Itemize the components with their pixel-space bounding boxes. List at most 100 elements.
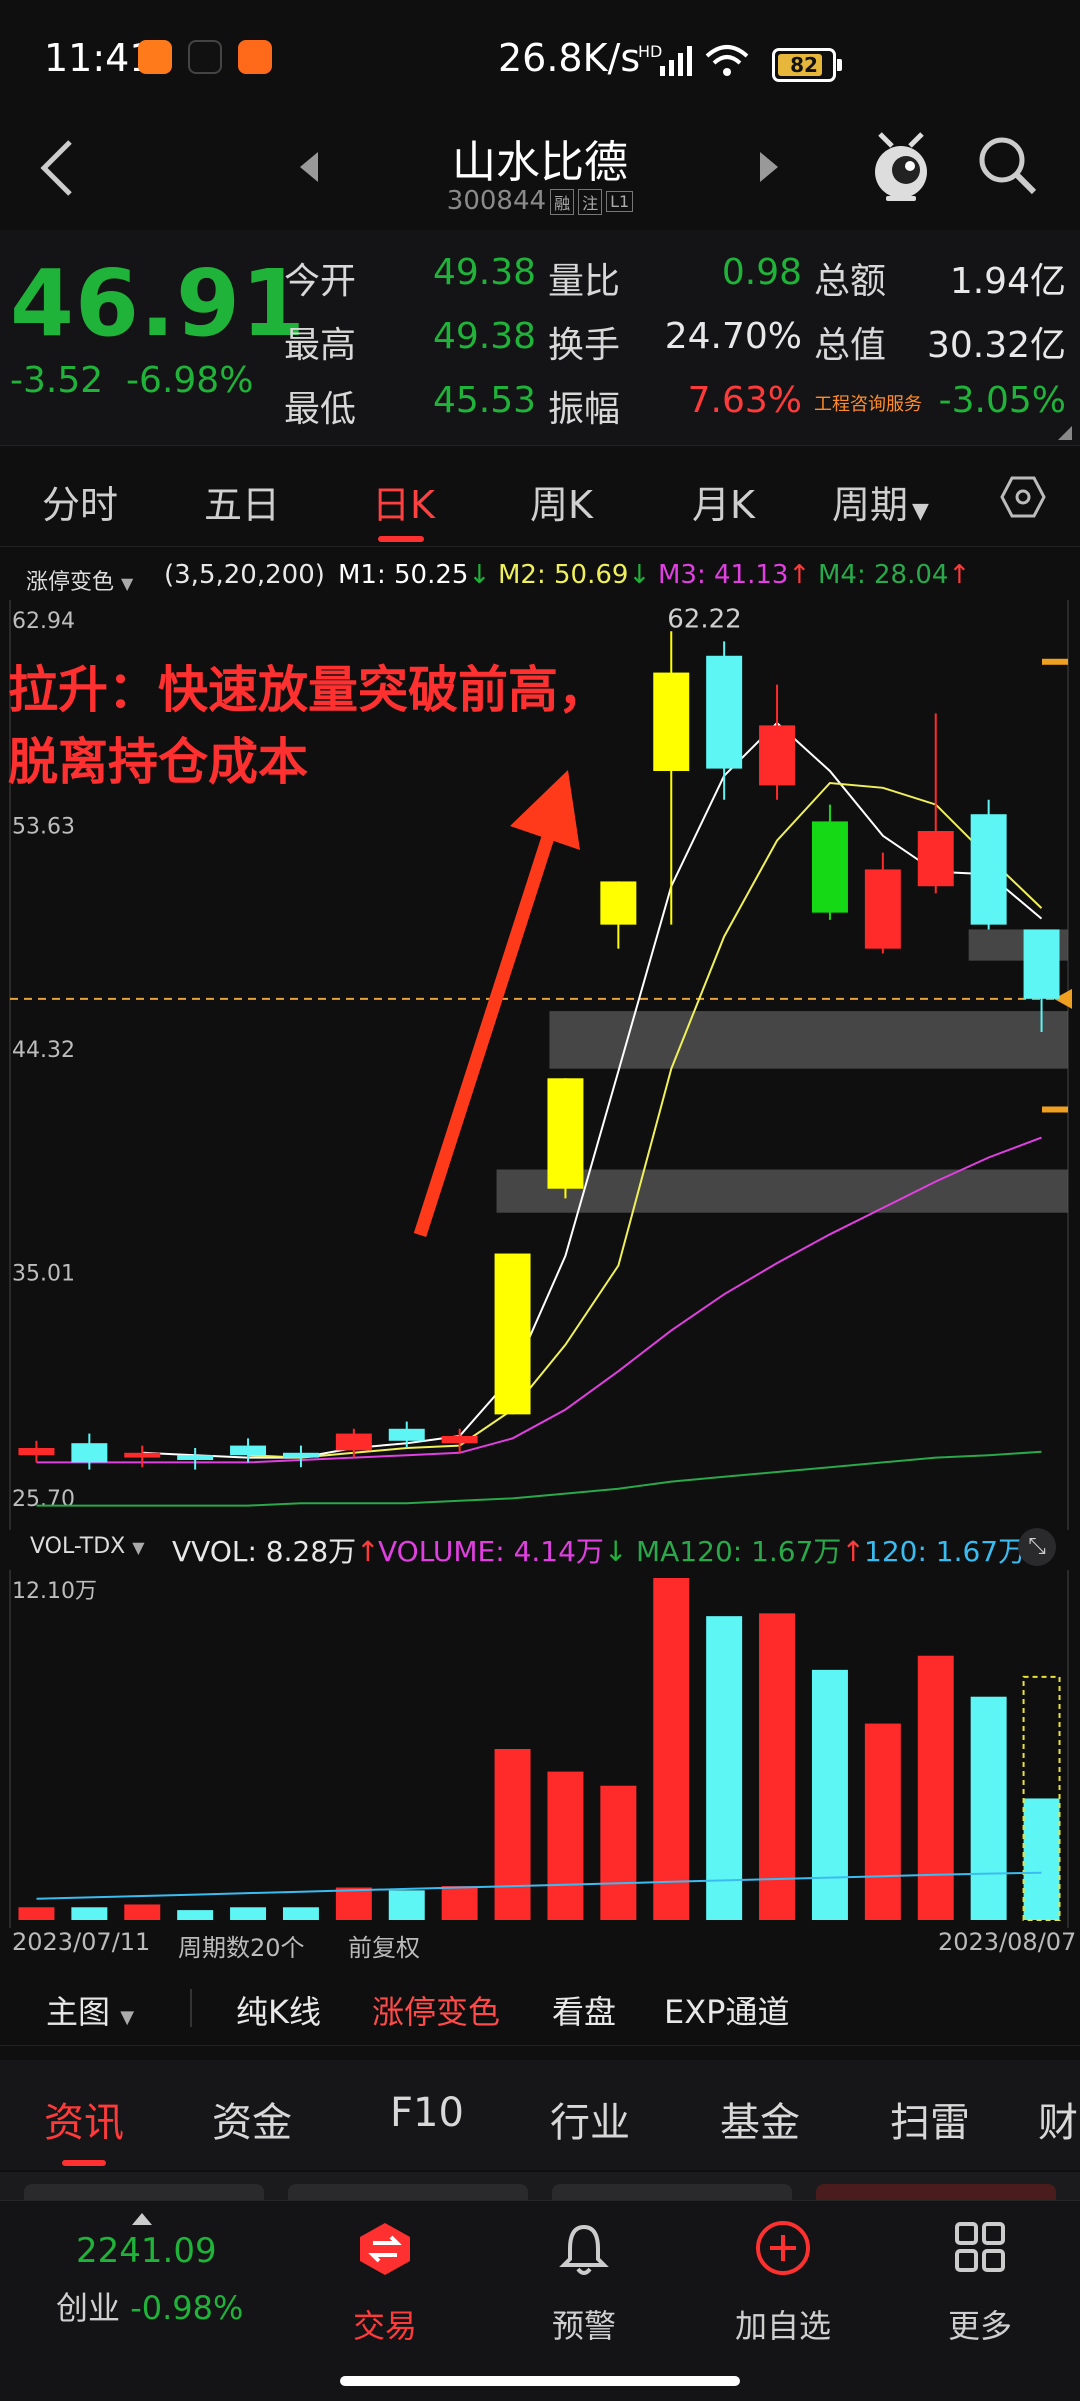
settings-hexagon-icon[interactable] — [1000, 474, 1046, 520]
volume-bar — [970, 1696, 1007, 1920]
watch-button[interactable]: 看盘 — [552, 1987, 616, 2033]
volume-legend: VOL-TDX ▼ VVOL: 8.28万↑ VOLUME: 4.14万↓ MA… — [0, 1528, 1080, 1570]
m2-label: M2: 50.69 — [498, 560, 629, 590]
hd-badge: HD — [638, 42, 663, 61]
candle-body — [970, 814, 1007, 925]
annotation-line-2: 脱离持仓成本 — [8, 733, 308, 791]
kline-chart-area[interactable]: 62.94 53.63 44.32 35.01 25.70 62.22 拉升：快速放量突破… — [0, 600, 1080, 1530]
corner-expand-icon[interactable] — [1058, 426, 1072, 440]
volume-bar — [494, 1749, 531, 1920]
tab-weekly-k[interactable]: 周K — [530, 474, 593, 529]
value-amplitude: 7.63% — [687, 380, 802, 421]
label-amount: 总额 — [814, 261, 887, 302]
volume-bar — [177, 1910, 214, 1920]
volume-value: VOLUME: 4.14万↓ — [378, 1530, 627, 1570]
candle-body — [864, 869, 901, 949]
tab-news[interactable]: 资讯 — [44, 2090, 124, 2148]
label-low: 最低 — [284, 389, 357, 430]
volume-bar — [600, 1785, 637, 1920]
tab-risk[interactable]: 扫雷 — [890, 2090, 970, 2148]
chart-toolbar: 主图 ▼ 纯K线 涨停变色 看盘 EXP通道 — [0, 1975, 1080, 2046]
info-tabs: 资讯 资金 F10 行业 基金 扫雷 财 — [0, 2060, 1080, 2170]
volume-tick-label: 12.10万 — [12, 1579, 97, 1604]
tab-period-dropdown[interactable]: 周期 ▼ — [832, 474, 929, 529]
tab-intraday[interactable]: 分时 — [42, 474, 118, 529]
index-change: -0.98% — [130, 2289, 244, 2327]
y-tick-label: 35.01 — [12, 1262, 75, 1287]
end-date: 2023/08/07 — [938, 1928, 1077, 1956]
volume-bar — [18, 1907, 55, 1920]
m1-label: M1: 50.25 — [338, 560, 469, 590]
candle-body — [1023, 929, 1060, 999]
candle-body — [388, 1428, 425, 1441]
chart-footer: 2023/07/11 周期数20个 前复权 2023/08/07 — [0, 1928, 1080, 1964]
y-tick-label: 44.32 — [12, 1038, 75, 1063]
pure-kline-button[interactable]: 纯K线 — [236, 1987, 321, 2033]
limit-color-button[interactable]: 涨停变色 — [372, 1987, 500, 2033]
value-low: 45.53 — [432, 380, 536, 421]
nav-add-watchlist[interactable]: 加自选 — [703, 2301, 863, 2347]
bell-icon[interactable] — [558, 2221, 610, 2277]
tab-industry[interactable]: 行业 — [550, 2090, 630, 2148]
info-tab-underline — [62, 2160, 106, 2166]
indicator-selector[interactable]: 涨停变色 ▼ — [26, 564, 133, 596]
volume-bar — [441, 1886, 478, 1920]
volume-bar — [230, 1907, 267, 1920]
candle-body — [706, 655, 743, 769]
next-stock-icon[interactable] — [756, 150, 780, 184]
volume-bar — [653, 1578, 690, 1920]
tab-period-label: 周期 — [832, 483, 909, 527]
m2-arrow: ↓ — [628, 560, 651, 590]
index-value[interactable]: 2241.09 — [76, 2231, 217, 2271]
vvol-value: VVOL: 8.28万↑ — [172, 1530, 380, 1570]
candle-body — [917, 831, 954, 887]
m4-label: M4: 28.04 — [818, 560, 949, 590]
mascot-icon[interactable] — [866, 124, 936, 204]
m3-arrow: ↑ — [788, 560, 811, 590]
volume-chart[interactable]: 12.10万 — [0, 1570, 1080, 1928]
volume-chart-area[interactable]: 12.10万 — [0, 1570, 1080, 1928]
candle-body — [18, 1447, 55, 1456]
ma120-arrow: ↑ — [841, 1535, 865, 1568]
exp-channel-button[interactable]: EXP通道 — [664, 1987, 789, 2033]
value-market-cap: 30.32亿 — [926, 325, 1066, 366]
trade-icon[interactable] — [358, 2221, 412, 2277]
volume-bar — [388, 1890, 425, 1920]
industry-label[interactable]: 工程咨询服务 — [814, 390, 922, 416]
tab-finance[interactable]: 财 — [1038, 2090, 1078, 2148]
candle-body — [177, 1455, 214, 1460]
main-chart-selector[interactable]: 主图 ▼ — [46, 1987, 134, 2033]
tab-five-day[interactable]: 五日 — [204, 474, 280, 529]
signal-icon — [660, 46, 692, 76]
tab-daily-k[interactable]: 日K — [372, 474, 435, 529]
tab-funds[interactable]: 资金 — [212, 2090, 292, 2148]
battery-level: 82 — [790, 53, 818, 77]
candle-body — [282, 1452, 319, 1458]
y-tick-label: 53.63 — [12, 815, 75, 840]
nav-alert[interactable]: 预警 — [504, 2301, 664, 2347]
indicator-legend: 涨停变色 ▼ (3,5,20,200) M1: 50.25↓ M2: 50.69… — [0, 560, 1080, 600]
home-indicator[interactable] — [340, 2376, 740, 2386]
nav-more[interactable]: 更多 — [900, 2301, 1060, 2347]
index-line[interactable]: 创业 -0.98% — [56, 2283, 243, 2329]
y-tick-label: 25.70 — [12, 1487, 75, 1512]
active-tab-underline — [378, 536, 424, 542]
nav-trade[interactable]: 交易 — [305, 2301, 465, 2347]
volume-indicator-selector[interactable]: VOL-TDX ▼ — [30, 1534, 145, 1559]
candle-body — [335, 1433, 372, 1451]
caret-up-icon[interactable] — [132, 2213, 152, 2225]
tab-fund[interactable]: 基金 — [720, 2090, 800, 2148]
fullscreen-icon[interactable]: ⤡ — [1018, 1528, 1056, 1566]
volume-bar — [547, 1771, 584, 1920]
add-watchlist-icon[interactable] — [754, 2219, 812, 2277]
search-icon[interactable] — [976, 134, 1040, 198]
tab-monthly-k[interactable]: 月K — [692, 474, 755, 529]
value-high: 49.38 — [432, 316, 536, 357]
grid-more-icon[interactable] — [954, 2221, 1006, 2273]
quote-panel: 46.91 -3.52 -6.98% 今开 49.38 量比 0.98 总额 1… — [0, 230, 1080, 445]
start-date: 2023/07/11 — [12, 1928, 151, 1956]
status-bar: 11:41 26.8K/s HD 82 — [0, 0, 1080, 120]
tab-f10[interactable]: F10 — [390, 2090, 464, 2136]
candle-body — [494, 1253, 531, 1415]
toolbar-divider — [190, 1989, 192, 2027]
